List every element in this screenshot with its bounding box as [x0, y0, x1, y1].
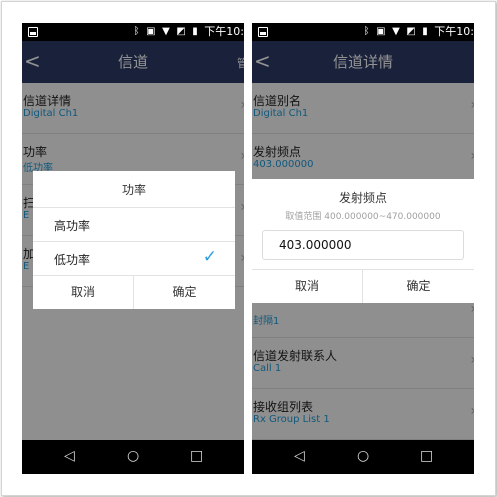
- battery-icon: ▮: [192, 26, 198, 37]
- nav-recents-icon[interactable]: □: [190, 447, 203, 465]
- dialog-buttons: 取消 确定: [252, 269, 474, 303]
- power-dialog: 功率 高功率 低功率 ✓ 取消 确定: [33, 171, 235, 309]
- nav-bar: ◁ ○ □: [22, 440, 244, 474]
- frequency-input[interactable]: [262, 230, 464, 260]
- clock: 下午10:: [434, 25, 474, 38]
- bluetooth-icon: ᛒ: [363, 26, 370, 37]
- confirm-button[interactable]: 确定: [134, 276, 235, 309]
- option-label: 高功率: [54, 219, 91, 233]
- confirm-button[interactable]: 确定: [363, 270, 474, 303]
- app-notification-icon: [258, 27, 268, 37]
- wifi-icon: ▼: [162, 26, 170, 37]
- left-phone-screen: ᛒ ▣ ▼ ◩ ▮ 下午10: < 信道 管 信道详情 Digital Ch1 …: [22, 23, 244, 474]
- nav-bar: ◁ ○ □: [252, 440, 474, 474]
- bluetooth-icon: ᛒ: [133, 26, 140, 37]
- clock: 下午10:: [204, 25, 244, 38]
- no-sim-icon: ◩: [406, 26, 416, 37]
- nav-home-icon[interactable]: ○: [127, 447, 139, 465]
- tx-frequency-dialog: 发射频点 取值范围 400.000000~470.000000 取消 确定: [252, 179, 474, 303]
- nav-back-icon[interactable]: ◁: [294, 447, 305, 465]
- nav-recents-icon[interactable]: □: [420, 447, 433, 465]
- wifi-icon: ▼: [392, 26, 400, 37]
- option-label: 低功率: [54, 253, 91, 267]
- range-hint: 取值范围 400.000000~470.000000: [285, 212, 441, 222]
- nfc-icon: ▣: [376, 26, 386, 37]
- nfc-icon: ▣: [146, 26, 156, 37]
- no-sim-icon: ◩: [176, 26, 186, 37]
- option-low-power[interactable]: 低功率 ✓: [33, 241, 235, 276]
- app-notification-icon: [28, 27, 38, 37]
- dialog-title: 功率: [121, 183, 146, 197]
- dialog-title: 发射频点: [338, 191, 387, 205]
- battery-icon: ▮: [422, 26, 428, 37]
- nav-home-icon[interactable]: ○: [357, 447, 369, 465]
- dialog-buttons: 取消 确定: [33, 275, 235, 309]
- status-bar: ᛒ ▣ ▼ ◩ ▮ 下午10:: [252, 23, 474, 41]
- right-phone-screen: ᛒ ▣ ▼ ◩ ▮ 下午10: < 信道详情 信道别名 Digital Ch1 …: [252, 23, 474, 474]
- cancel-button[interactable]: 取消: [33, 276, 134, 309]
- status-bar: ᛒ ▣ ▼ ◩ ▮ 下午10:: [22, 23, 244, 41]
- checkmark-icon: ✓: [202, 247, 217, 267]
- nav-back-icon[interactable]: ◁: [64, 447, 75, 465]
- option-high-power[interactable]: 高功率: [33, 207, 235, 242]
- cancel-button[interactable]: 取消: [252, 270, 363, 303]
